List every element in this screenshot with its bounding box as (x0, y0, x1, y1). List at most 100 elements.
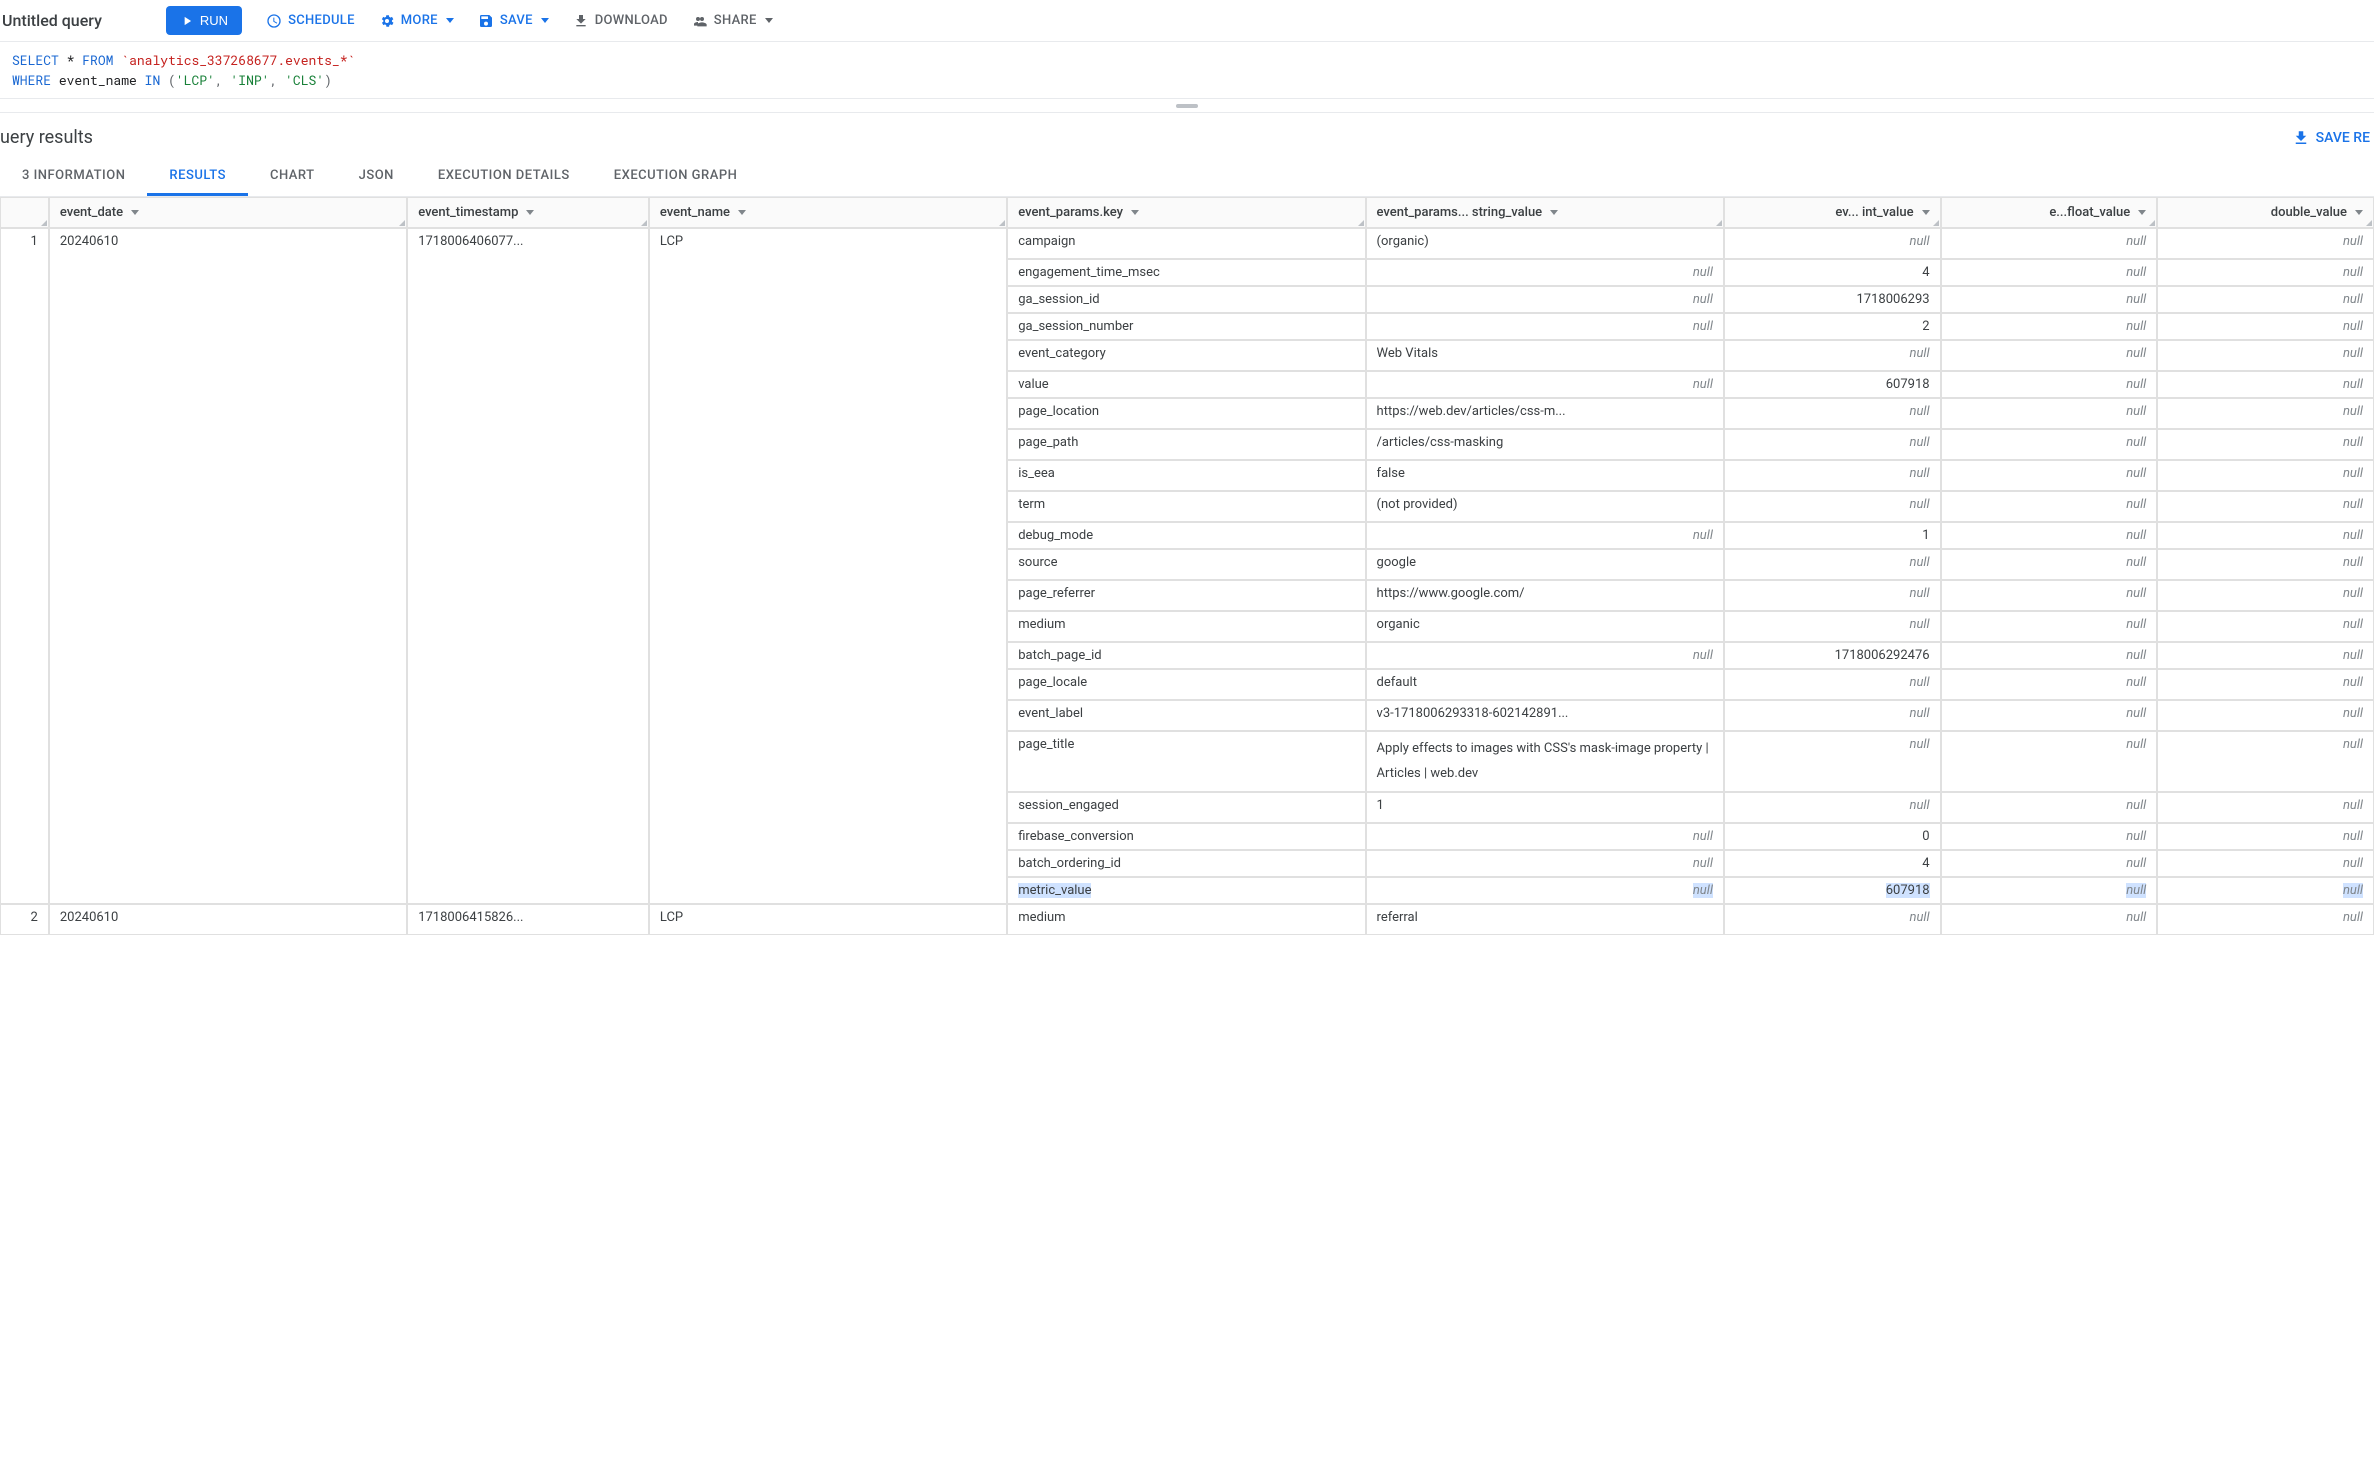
cell-key[interactable]: medium (1007, 611, 1365, 642)
cell[interactable]: null (1941, 313, 2158, 340)
cell[interactable]: null (2157, 850, 2374, 877)
run-button[interactable]: RUN (166, 6, 242, 35)
cell[interactable]: null (1941, 904, 2158, 935)
cell-key[interactable]: term (1007, 491, 1365, 522)
cell-key[interactable]: page_title (1007, 731, 1365, 792)
cell[interactable]: null (2157, 286, 2374, 313)
cell[interactable]: null (1366, 286, 1724, 313)
cell[interactable]: Apply effects to images with CSS's mask-… (1366, 731, 1724, 792)
cell[interactable]: https://www.google.com/ (1366, 580, 1724, 611)
cell-event-name[interactable]: LCP (649, 904, 1007, 935)
cell[interactable]: null (1941, 823, 2158, 850)
cell[interactable]: /articles/css-masking (1366, 429, 1724, 460)
cell-key[interactable]: event_category (1007, 340, 1365, 371)
cell[interactable]: null (1941, 877, 2158, 904)
cell[interactable]: 2 (1724, 313, 1941, 340)
cell[interactable]: null (1941, 340, 2158, 371)
cell[interactable]: null (2157, 611, 2374, 642)
col-double-value[interactable]: double_value (2157, 197, 2374, 228)
cell[interactable]: https://web.dev/articles/css-m... (1366, 398, 1724, 429)
cell-key[interactable]: engagement_time_msec (1007, 259, 1365, 286)
cell[interactable]: null (2157, 228, 2374, 259)
cell[interactable]: 1 (1724, 522, 1941, 549)
cell[interactable]: null (1724, 700, 1941, 731)
col-string-value[interactable]: event_params... string_value (1366, 197, 1724, 228)
sql-editor[interactable]: SELECT * FROM `analytics_337268677.event… (0, 42, 2374, 99)
cell[interactable]: null (2157, 549, 2374, 580)
cell[interactable]: Web Vitals (1366, 340, 1724, 371)
cell-key[interactable]: page_location (1007, 398, 1365, 429)
cell[interactable]: null (2157, 904, 2374, 935)
tab-json[interactable]: JSON (337, 158, 416, 196)
cell[interactable]: google (1366, 549, 1724, 580)
cell-key[interactable]: page_locale (1007, 669, 1365, 700)
cell[interactable]: null (2157, 460, 2374, 491)
cell[interactable]: null (1941, 371, 2158, 398)
tab-3-information[interactable]: 3 INFORMATION (0, 158, 147, 196)
cell[interactable]: null (2157, 313, 2374, 340)
col-event-date[interactable]: event_date (49, 197, 407, 228)
cell[interactable]: null (1724, 731, 1941, 792)
schedule-button[interactable]: SCHEDULE (266, 13, 355, 29)
col-event-timestamp[interactable]: event_timestamp (407, 197, 649, 228)
panel-resize-handle[interactable] (0, 99, 2374, 113)
save-button[interactable]: SAVE (478, 13, 549, 29)
cell[interactable]: null (1366, 522, 1724, 549)
cell[interactable]: null (1366, 259, 1724, 286)
cell[interactable]: 1718006292476 (1724, 642, 1941, 669)
cell[interactable]: null (1724, 549, 1941, 580)
cell[interactable]: null (2157, 491, 2374, 522)
cell[interactable]: null (2157, 580, 2374, 611)
col-row-number[interactable] (0, 197, 49, 228)
cell[interactable]: null (1366, 642, 1724, 669)
cell[interactable]: null (1941, 460, 2158, 491)
cell[interactable]: null (1724, 580, 1941, 611)
cell[interactable]: referral (1366, 904, 1724, 935)
cell-key[interactable]: metric_value (1007, 877, 1365, 904)
cell[interactable]: null (1941, 549, 2158, 580)
cell-key[interactable]: event_label (1007, 700, 1365, 731)
cell[interactable]: organic (1366, 611, 1724, 642)
cell-key[interactable]: debug_mode (1007, 522, 1365, 549)
cell[interactable]: (not provided) (1366, 491, 1724, 522)
cell-key[interactable]: session_engaged (1007, 792, 1365, 823)
cell[interactable]: null (2157, 731, 2374, 792)
cell-event-timestamp[interactable]: 1718006415826... (407, 904, 649, 935)
cell[interactable]: null (1366, 371, 1724, 398)
cell[interactable]: null (2157, 669, 2374, 700)
cell[interactable]: null (2157, 792, 2374, 823)
more-button[interactable]: MORE (379, 13, 454, 29)
cell[interactable]: null (2157, 429, 2374, 460)
cell-key[interactable]: ga_session_number (1007, 313, 1365, 340)
cell[interactable]: null (1941, 398, 2158, 429)
cell[interactable]: 4 (1724, 850, 1941, 877)
cell[interactable]: null (2157, 823, 2374, 850)
cell[interactable]: null (2157, 642, 2374, 669)
cell[interactable]: null (1724, 491, 1941, 522)
cell[interactable]: null (1941, 259, 2158, 286)
cell[interactable]: null (1366, 823, 1724, 850)
cell-event-date[interactable]: 20240610 (49, 228, 407, 904)
cell[interactable]: null (2157, 700, 2374, 731)
cell[interactable]: 4 (1724, 259, 1941, 286)
cell[interactable]: null (1941, 429, 2158, 460)
query-title[interactable]: Untitled query (0, 11, 102, 30)
cell[interactable]: null (1941, 522, 2158, 549)
cell[interactable]: null (1941, 700, 2158, 731)
cell-key[interactable]: firebase_conversion (1007, 823, 1365, 850)
cell[interactable]: null (2157, 877, 2374, 904)
save-results-button[interactable]: SAVE RE (2292, 129, 2370, 147)
cell-key[interactable]: batch_ordering_id (1007, 850, 1365, 877)
cell[interactable]: null (2157, 340, 2374, 371)
cell[interactable]: null (1724, 398, 1941, 429)
cell-key[interactable]: source (1007, 549, 1365, 580)
cell-key[interactable]: medium (1007, 904, 1365, 935)
cell[interactable]: null (1724, 340, 1941, 371)
cell[interactable]: null (1724, 611, 1941, 642)
cell[interactable]: null (2157, 259, 2374, 286)
cell[interactable]: 607918 (1724, 371, 1941, 398)
cell-event-name[interactable]: LCP (649, 228, 1007, 904)
cell[interactable]: null (1941, 669, 2158, 700)
cell[interactable]: false (1366, 460, 1724, 491)
cell[interactable]: null (1941, 491, 2158, 522)
